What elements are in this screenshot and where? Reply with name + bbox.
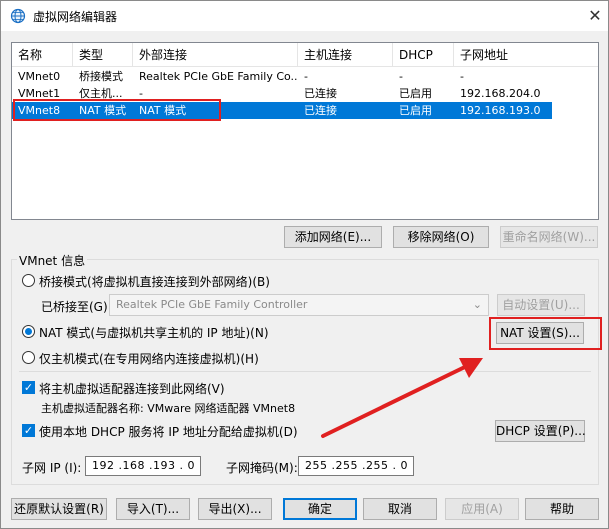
vmnet-info-group: [11, 259, 599, 485]
column-header-name[interactable]: 名称: [12, 43, 73, 67]
annotation-highlight-nat-settings: [489, 317, 602, 350]
column-header-external[interactable]: 外部连接: [133, 43, 298, 67]
dhcp-settings-button[interactable]: DHCP 设置(P)...: [495, 420, 586, 442]
import-button[interactable]: 导入(T)...: [116, 498, 190, 520]
cell-host: 已连接: [304, 87, 337, 100]
network-list[interactable]: 名称 类型 外部连接 主机连接 DHCP 子网地址 VMnet0 桥接模式 Re…: [11, 42, 599, 220]
column-header-type[interactable]: 类型: [73, 43, 133, 67]
chevron-down-icon: ⌄: [472, 298, 482, 311]
vmnet-info-title: VMnet 信息: [17, 252, 88, 269]
column-header-subnet[interactable]: 子网地址: [454, 43, 598, 67]
export-button[interactable]: 导出(X)...: [198, 498, 272, 520]
remove-network-button[interactable]: 移除网络(O): [393, 226, 489, 248]
cell-subnet: 192.168.193.0: [460, 104, 541, 117]
rename-network-button[interactable]: 重命名网络(W)...: [500, 226, 598, 248]
connect-adapter-checkbox[interactable]: ✓: [22, 381, 35, 394]
bridged-to-value: Realtek PCIe GbE Family Controller: [116, 298, 308, 311]
cell-dhcp: 已启用: [399, 87, 432, 100]
add-network-button[interactable]: 添加网络(E)...: [284, 226, 382, 248]
title-bar: 虚拟网络编辑器 ✕: [1, 1, 608, 31]
bridge-mode-label[interactable]: 桥接模式(将虚拟机直接连接到外部网络)(B): [39, 273, 270, 290]
ok-button[interactable]: 确定: [283, 498, 357, 520]
dhcp-checkbox[interactable]: ✓: [22, 424, 35, 437]
cell-subnet: -: [460, 70, 464, 83]
bridged-to-label: 已桥接至(G):: [41, 300, 112, 314]
cell-host: -: [304, 70, 308, 83]
nat-mode-label[interactable]: NAT 模式(与虚拟机共享主机的 IP 地址)(N): [39, 324, 269, 341]
column-header-dhcp[interactable]: DHCP: [393, 43, 454, 67]
cell-type: 桥接模式: [79, 70, 123, 83]
connect-adapter-label[interactable]: 将主机虚拟适配器连接到此网络(V): [39, 380, 225, 397]
annotation-arrow-icon: [321, 358, 483, 438]
auto-settings-button[interactable]: 自动设置(U)...: [497, 294, 585, 316]
list-header: 名称 类型 外部连接 主机连接 DHCP 子网地址: [12, 43, 598, 67]
globe-icon: [10, 8, 26, 24]
adapter-name-text: 主机虚拟适配器名称: VMware 网络适配器 VMnet8: [41, 402, 296, 415]
annotation-highlight-row: [13, 99, 221, 121]
restore-defaults-button[interactable]: 还原默认设置(R): [11, 498, 107, 520]
column-header-host[interactable]: 主机连接: [298, 43, 393, 67]
subnet-ip-input[interactable]: 192 .168 .193 . 0: [85, 456, 201, 476]
virtual-network-editor-window: 虚拟网络编辑器 ✕ 名称 类型 外部连接 主机连接 DHCP 子网地址 VMne…: [0, 0, 609, 529]
dhcp-label[interactable]: 使用本地 DHCP 服务将 IP 地址分配给虚拟机(D): [39, 423, 298, 440]
hostonly-mode-label[interactable]: 仅主机模式(在专用网络内连接虚拟机)(H): [39, 350, 259, 367]
help-button[interactable]: 帮助: [525, 498, 599, 520]
table-row[interactable]: VMnet0 桥接模式 Realtek PCIe GbE Family Co..…: [12, 68, 598, 85]
subnet-mask-input[interactable]: 255 .255 .255 . 0: [298, 456, 414, 476]
cancel-button[interactable]: 取消: [363, 498, 437, 520]
apply-button[interactable]: 应用(A): [445, 498, 519, 520]
cell-dhcp: -: [399, 70, 403, 83]
close-icon[interactable]: ✕: [584, 5, 606, 27]
cell-name: VMnet0: [18, 70, 61, 83]
subnet-ip-label: 子网 IP (I):: [22, 461, 82, 475]
divider: [19, 371, 591, 372]
cell-dhcp: 已启用: [399, 104, 432, 117]
cell-subnet: 192.168.204.0: [460, 87, 541, 100]
nat-mode-radio[interactable]: [22, 325, 35, 338]
bridge-mode-radio[interactable]: [22, 274, 35, 287]
hostonly-mode-radio[interactable]: [22, 351, 35, 364]
subnet-mask-label: 子网掩码(M):: [226, 461, 298, 475]
bridged-to-select[interactable]: Realtek PCIe GbE Family Controller ⌄: [109, 294, 489, 316]
window-title: 虚拟网络编辑器: [33, 10, 118, 24]
cell-external: Realtek PCIe GbE Family Co...: [139, 70, 298, 83]
cell-host: 已连接: [304, 104, 337, 117]
